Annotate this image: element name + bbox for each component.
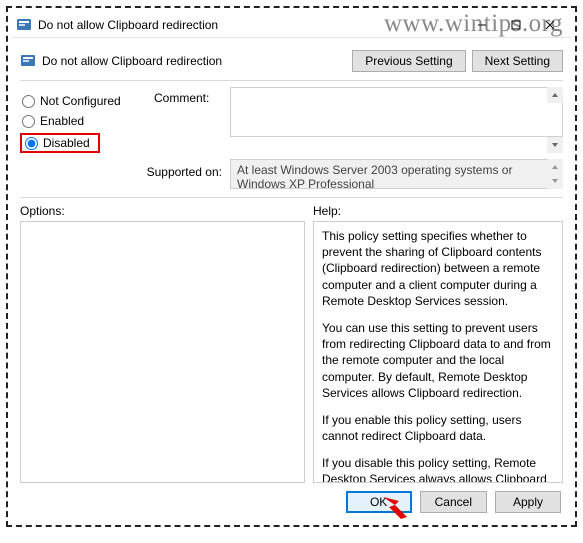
policy-icon bbox=[16, 17, 32, 33]
ok-button[interactable]: OK bbox=[346, 491, 412, 513]
radio-not-configured-input[interactable] bbox=[22, 95, 35, 108]
next-setting-button[interactable]: Next Setting bbox=[472, 50, 563, 72]
scroll-down-icon bbox=[547, 173, 563, 189]
radio-disabled[interactable]: Disabled bbox=[23, 136, 92, 150]
help-text: If you disable this policy setting, Remo… bbox=[322, 455, 554, 483]
help-text: This policy setting specifies whether to… bbox=[322, 228, 554, 309]
comment-field-wrap bbox=[230, 87, 563, 153]
page-title: Do not allow Clipboard redirection bbox=[42, 54, 346, 68]
comment-label: Comment: bbox=[154, 87, 226, 153]
radio-disabled-label: Disabled bbox=[43, 136, 90, 150]
previous-setting-button[interactable]: Previous Setting bbox=[352, 50, 465, 72]
radio-enabled-input[interactable] bbox=[22, 115, 35, 128]
radio-not-configured[interactable]: Not Configured bbox=[20, 91, 150, 111]
help-label: Help: bbox=[313, 204, 563, 218]
scroll-up-icon[interactable] bbox=[547, 87, 563, 103]
options-panel bbox=[20, 221, 305, 483]
help-text: If you enable this policy setting, users… bbox=[322, 412, 554, 444]
help-panel: This policy setting specifies whether to… bbox=[313, 221, 563, 483]
help-text: You can use this setting to prevent user… bbox=[322, 320, 554, 401]
dialog-footer: OK Cancel Apply bbox=[346, 491, 561, 513]
supported-label: Supported on: bbox=[20, 159, 226, 179]
minimize-button[interactable] bbox=[465, 13, 499, 37]
setting-radio-group: Not Configured Enabled Disabled bbox=[20, 87, 150, 153]
apply-button[interactable]: Apply bbox=[495, 491, 561, 513]
maximize-button[interactable] bbox=[499, 13, 533, 37]
scroll-down-icon[interactable] bbox=[547, 137, 563, 153]
selected-highlight: Disabled bbox=[20, 133, 100, 153]
policy-icon bbox=[20, 53, 36, 69]
radio-enabled-label: Enabled bbox=[40, 114, 84, 128]
divider bbox=[20, 197, 563, 198]
radio-not-configured-label: Not Configured bbox=[40, 94, 121, 108]
options-label: Options: bbox=[20, 204, 305, 218]
cancel-button[interactable]: Cancel bbox=[420, 491, 487, 513]
window-title: Do not allow Clipboard redirection bbox=[38, 18, 465, 32]
supported-on-value: At least Windows Server 2003 operating s… bbox=[230, 159, 563, 189]
divider bbox=[20, 80, 563, 81]
supported-field-wrap: At least Windows Server 2003 operating s… bbox=[230, 159, 563, 189]
close-button[interactable] bbox=[533, 13, 567, 37]
radio-enabled[interactable]: Enabled bbox=[20, 111, 150, 131]
radio-disabled-input[interactable] bbox=[25, 137, 38, 150]
window-titlebar: Do not allow Clipboard redirection bbox=[12, 12, 571, 38]
comment-input[interactable] bbox=[230, 87, 563, 137]
